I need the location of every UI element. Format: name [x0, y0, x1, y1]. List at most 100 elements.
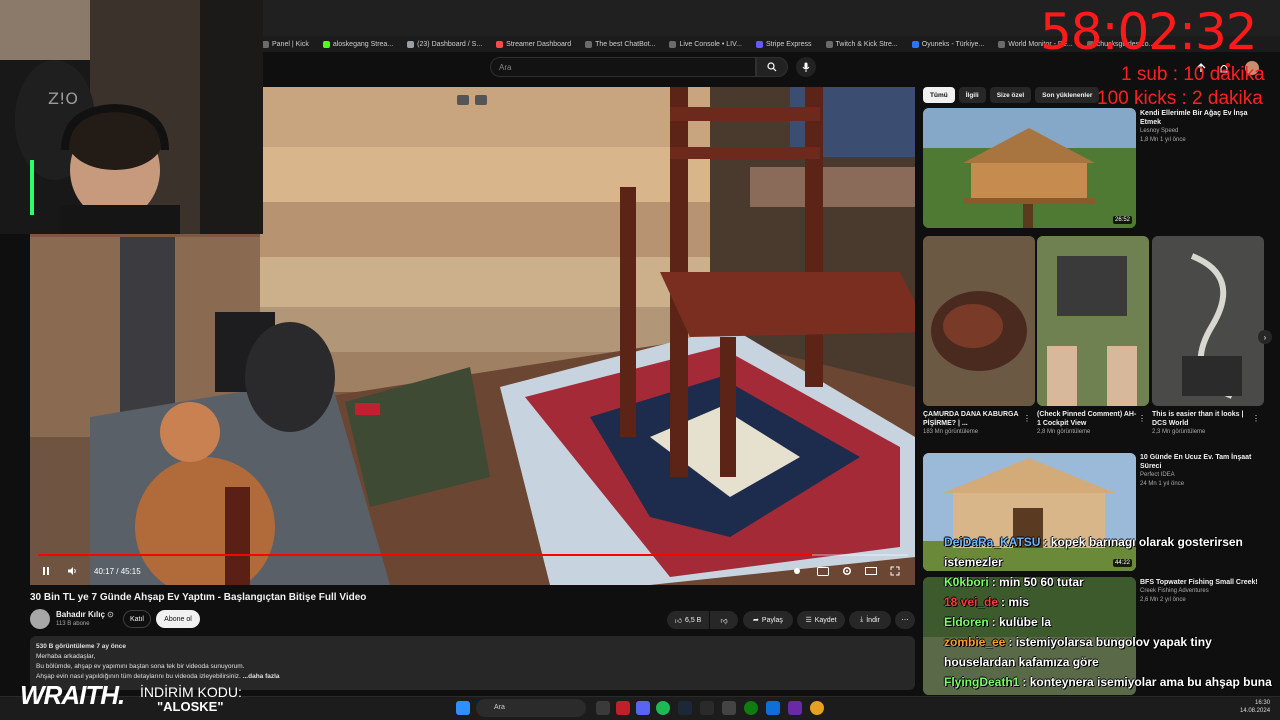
sponsor-logo: WRAITH.: [20, 680, 125, 711]
browser-icon[interactable]: [616, 701, 630, 715]
chip-related[interactable]: İlgili: [958, 87, 986, 103]
filter-chips: Tümü İlgili Size özel Son yüklenenler: [923, 87, 1100, 103]
bookmark-icon: [407, 40, 415, 48]
description-line: Bu bölümde, ahşap ev yapımını baştan son…: [36, 663, 245, 670]
recommendation-channel: Lesnoy Speed: [1140, 128, 1179, 134]
recommendation-title: Kendi Ellerimle Bir Ağaç Ev İnşa Etmek: [1140, 110, 1248, 126]
search-input[interactable]: Ara: [490, 57, 756, 77]
channel-name[interactable]: Bahadır Kılıç ⊙: [56, 610, 114, 619]
time-display: 40:17 / 45:15: [94, 567, 141, 576]
like-button[interactable]: 👍︎ 6,5 B: [667, 611, 709, 629]
bookmark-item[interactable]: The best ChatBot...: [585, 40, 655, 48]
channel-avatar[interactable]: [30, 609, 50, 629]
chat-text: : kulübe la: [991, 615, 1052, 629]
more-icon[interactable]: ⋮: [1138, 414, 1146, 423]
settings-button[interactable]: [840, 562, 854, 580]
subtitles-button[interactable]: [816, 562, 830, 580]
subscribe-button[interactable]: Abone ol: [156, 610, 200, 628]
description-box[interactable]: 530 B görüntüleme 7 ay önce Merhaba arka…: [30, 636, 915, 690]
save-icon: ☰: [805, 617, 812, 624]
xbox-icon[interactable]: [744, 701, 758, 715]
short-title: ÇAMURDA DANA KABURGA PİŞİRME? | ...: [923, 411, 1019, 427]
bookmark-item[interactable]: Oyuneks - Türkiye...: [911, 40, 984, 48]
chip-for-you[interactable]: Size özel: [989, 87, 1032, 103]
recommendation-info[interactable]: Kendi Ellerimle Bir Ağaç Ev İnşa Etmek L…: [1140, 109, 1270, 145]
autoplay-toggle[interactable]: [790, 562, 804, 580]
search-button[interactable]: [756, 57, 788, 77]
chat-message: zombie_ee: istemiyolarsa bungolov yapak …: [930, 632, 1280, 672]
thumbnail-image: [923, 236, 1035, 406]
sub-rule-text: 1 sub : 10 dakika: [1121, 64, 1265, 85]
short-thumbnail[interactable]: [1152, 236, 1264, 406]
taskbar-clock[interactable]: 16:30 14.08.2024: [1240, 699, 1270, 715]
theater-mode-button[interactable]: [864, 562, 878, 580]
show-more-link[interactable]: ...daha fazla: [243, 673, 280, 680]
bookmark-item[interactable]: Panel | Kick: [262, 40, 309, 48]
app-icon[interactable]: [766, 701, 780, 715]
short-thumbnail[interactable]: [1037, 236, 1149, 406]
chat-username: zombie_ee: [944, 635, 1006, 649]
more-icon[interactable]: ⋮: [1252, 414, 1260, 423]
progress-bar[interactable]: [38, 554, 908, 556]
bookmark-item[interactable]: (23) Dashboard / S...: [407, 40, 482, 48]
recommendation-info[interactable]: 10 Günde En Ucuz Ev. Tam İnşaat Süreci P…: [1140, 453, 1270, 489]
bookmark-icon: [669, 40, 677, 48]
short-title: (Check Pinned Comment) AH-1 Cockpit View: [1037, 411, 1137, 427]
taskbar-search[interactable]: Ara: [476, 699, 586, 717]
windows-start-icon[interactable]: [456, 701, 470, 715]
volume-button[interactable]: [64, 562, 80, 580]
autoplay-icon: [794, 568, 800, 574]
bookmark-item[interactable]: aloskegang Strea...: [322, 40, 393, 48]
chip-all[interactable]: Tümü: [923, 87, 955, 103]
chat-username: 18 vei_de: [944, 595, 999, 609]
recommendation-meta: 24 Mn 1 yıl önce: [1140, 481, 1185, 487]
webcam-image: Z!O: [0, 0, 263, 234]
bookmark-item[interactable]: Stripe Express: [755, 40, 812, 48]
chat-overlay: DeiDaRa_KATSU: kopek barınagı olarak gos…: [930, 532, 1280, 712]
chrome-icon[interactable]: [810, 701, 824, 715]
voice-search-button[interactable]: [796, 57, 816, 77]
short-info[interactable]: (Check Pinned Comment) AH-1 Cockpit View…: [1037, 410, 1137, 437]
chip-recent[interactable]: Son yüklenenler: [1035, 87, 1100, 103]
progress-fill: [38, 554, 813, 556]
download-button[interactable]: ⤓ İndir: [849, 611, 891, 629]
subscriber-count: 113 B abone: [56, 621, 90, 627]
join-button[interactable]: Katıl: [123, 610, 151, 628]
app-icon[interactable]: [788, 701, 802, 715]
shorts-next-button[interactable]: ›: [1258, 330, 1272, 344]
task-view-icon[interactable]: [596, 701, 610, 715]
more-icon[interactable]: ⋮: [1023, 414, 1031, 423]
recommendation-channel: Perfect IDEA: [1140, 472, 1175, 478]
description-line: Merhaba arkadaşlar,: [36, 653, 96, 660]
fullscreen-button[interactable]: [888, 562, 902, 580]
short-thumbnail[interactable]: [923, 236, 1035, 406]
short-info[interactable]: This is easier than it looks | DCS World…: [1152, 410, 1252, 437]
epic-games-icon[interactable]: [700, 701, 714, 715]
short-title: This is easier than it looks | DCS World: [1152, 411, 1244, 427]
share-button[interactable]: ➦ Paylaş: [743, 611, 793, 629]
spotify-icon[interactable]: [656, 701, 670, 715]
chat-message: K0kbori: min 50 60 tutar: [930, 572, 1280, 592]
bookmark-item[interactable]: Streamer Dashboard: [496, 40, 571, 48]
chat-username: DeiDaRa_KATSU: [944, 535, 1041, 549]
video-title: 30 Bin TL ye 7 Günde Ahşap Ev Yaptım - B…: [30, 592, 367, 603]
dislike-button[interactable]: 👎︎: [710, 611, 738, 629]
pause-button[interactable]: [38, 562, 54, 580]
bookmark-item[interactable]: Twitch & Kick Stre...: [825, 40, 898, 48]
more-actions-button[interactable]: ⋯: [895, 611, 915, 629]
short-info[interactable]: ÇAMURDA DANA KABURGA PİŞİRME? | ... 183 …: [923, 410, 1023, 437]
steam-icon[interactable]: [678, 701, 692, 715]
gear-icon: [842, 566, 852, 576]
description-line: Ahşap evin nasıl yapıldığının tüm detayl…: [36, 673, 280, 680]
bookmark-item[interactable]: Live Console • LIV...: [669, 40, 742, 48]
video-thumbnail[interactable]: 26:52: [923, 108, 1136, 228]
app-icon[interactable]: [722, 701, 736, 715]
bookmark-icon: [825, 40, 833, 48]
short-views: 183 Mn görüntüleme: [923, 429, 979, 435]
discord-icon[interactable]: [636, 701, 650, 715]
bookmark-icon: [585, 40, 593, 48]
chat-text: : mis: [1001, 595, 1030, 609]
fullscreen-icon: [890, 566, 900, 576]
share-icon: ➦: [753, 617, 759, 624]
save-button[interactable]: ☰ Kaydet: [797, 611, 845, 629]
